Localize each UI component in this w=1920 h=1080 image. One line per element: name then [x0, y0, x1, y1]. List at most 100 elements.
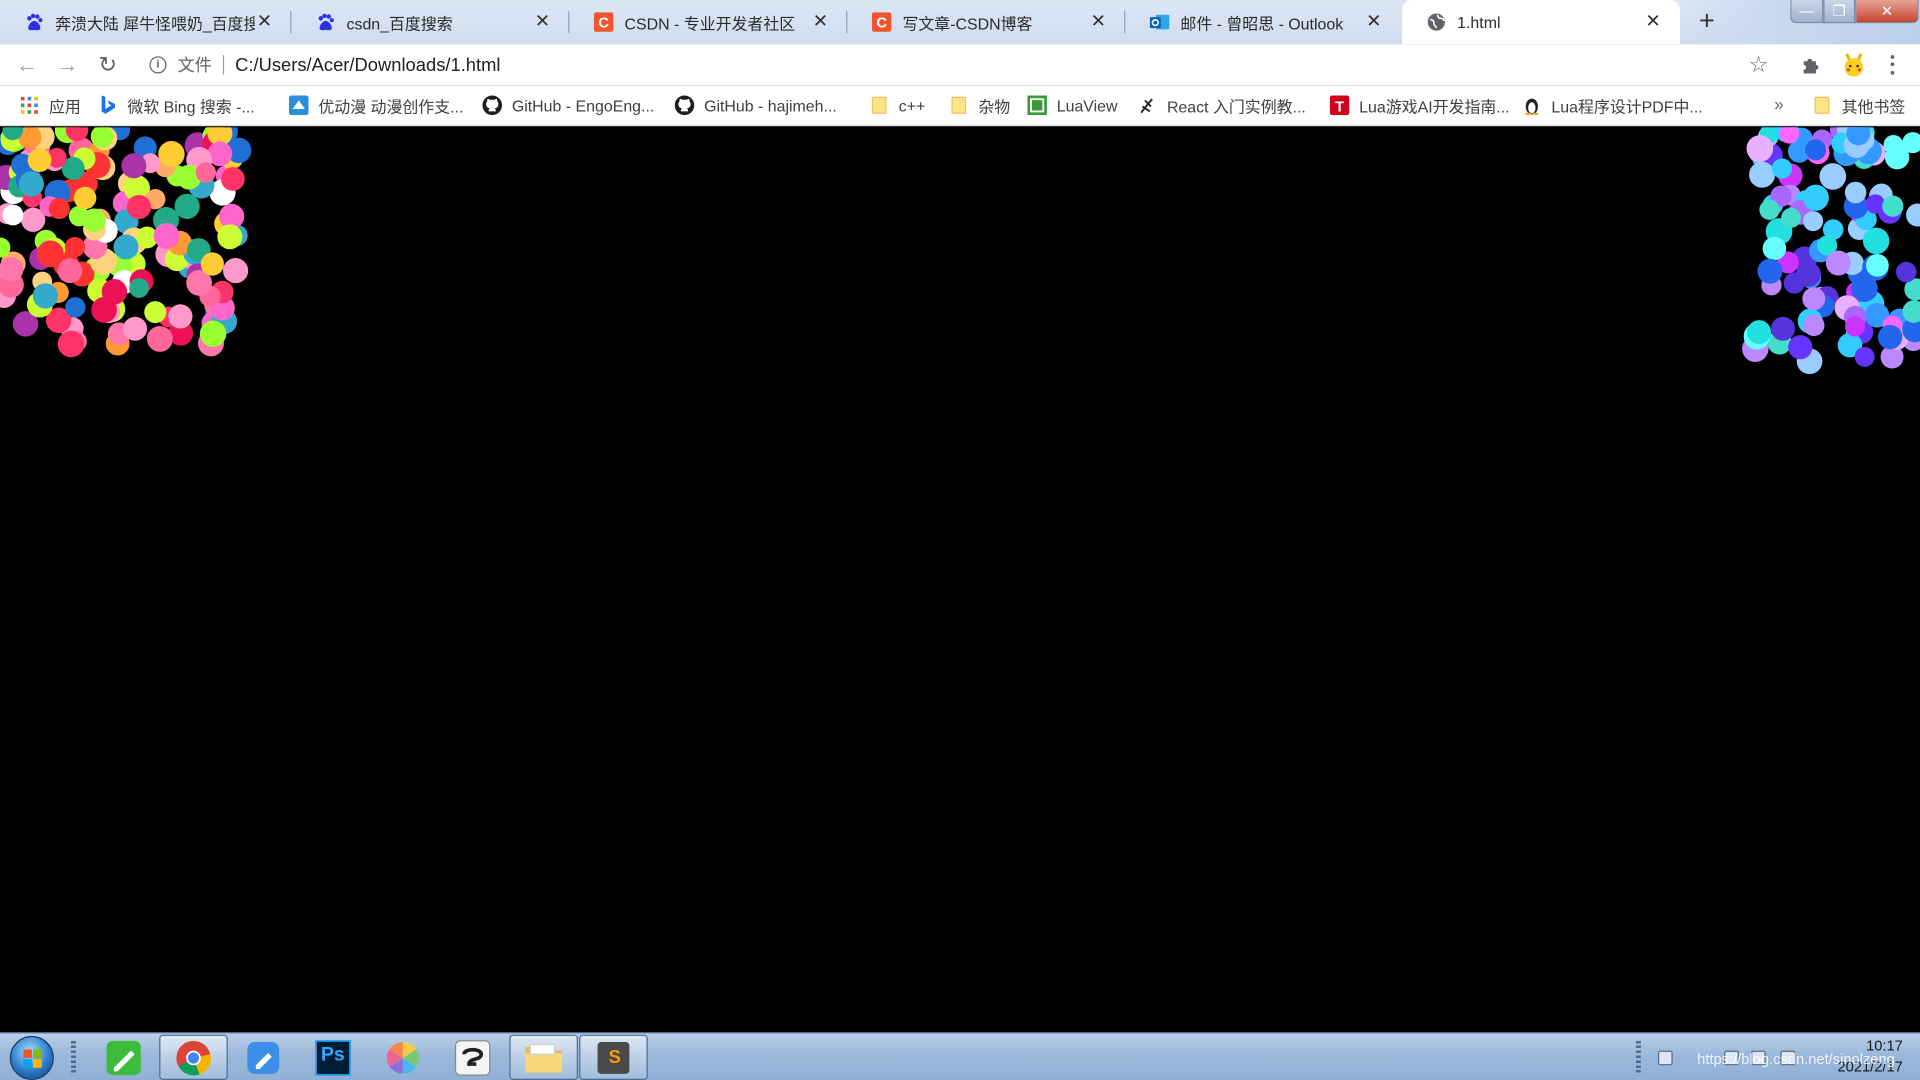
confetti-dot-right — [1862, 227, 1890, 255]
confetti-dot-left — [27, 148, 52, 173]
tab-title: 1.html — [1457, 12, 1501, 32]
bookmarks-bar: 应用 微软 Bing 搜索 -... 优动漫 动漫创作支... GitHub -… — [0, 85, 1920, 127]
info-icon[interactable]: i — [149, 56, 167, 74]
luaview-icon — [1027, 95, 1047, 116]
sublime-label: S — [608, 1046, 621, 1068]
confetti-dot-right — [1781, 207, 1801, 228]
baidu-paw-icon — [24, 12, 44, 32]
forward-button[interactable]: → — [53, 51, 82, 78]
scheme-label: 文件 — [177, 55, 212, 75]
green-pen-app-icon — [106, 1040, 141, 1075]
bookmark-lua-game-ai[interactable]: T Lua游戏AI开发指南... — [1329, 94, 1510, 116]
url-text[interactable]: C:/Users/Acer/Downloads/1.html — [235, 54, 500, 75]
back-button[interactable]: ← — [12, 51, 41, 78]
bookmark-github-engo[interactable]: GitHub - EngoEng... — [482, 94, 654, 116]
confetti-dot-right — [1882, 195, 1904, 217]
bookmark-apps[interactable]: 应用 — [20, 94, 81, 116]
bookmark-lua-pdf[interactable]: Lua程序设计PDF中... — [1522, 94, 1703, 116]
blue-pen-app-button[interactable] — [229, 1035, 298, 1080]
confetti-dot-right — [1854, 346, 1875, 367]
tab-close-icon[interactable]: ✕ — [1364, 12, 1384, 32]
confetti-dot-right — [1865, 194, 1886, 214]
chrome-taskbar-button[interactable] — [159, 1034, 228, 1080]
tab-title: CSDN - 专业开发者社区 — [624, 14, 796, 33]
confetti-dot-right — [1803, 314, 1825, 337]
bookmark-label: LuaView — [1056, 96, 1118, 115]
confetti-dot-right — [1762, 236, 1787, 261]
clip-studio-button[interactable] — [438, 1035, 507, 1080]
minimize-button[interactable]: — — [1790, 0, 1824, 24]
pikachu-extension-icon[interactable] — [1840, 51, 1867, 78]
confetti-dot-left — [217, 224, 243, 250]
confetti-dot-left — [36, 240, 64, 268]
bookmark-folder-misc[interactable]: 杂物 — [949, 94, 1010, 116]
page-canvas[interactable] — [0, 127, 1920, 1033]
bookmarks-overflow-icon[interactable]: » — [1774, 94, 1784, 114]
bookmark-react[interactable]: React 入门实例教... — [1138, 94, 1306, 116]
tab-close-icon[interactable]: ✕ — [1643, 12, 1663, 32]
address-bar[interactable]: i 文件 C:/Users/Acer/Downloads/1.html — [137, 47, 1788, 83]
confetti-dot-left — [0, 257, 24, 282]
svg-text:C: C — [876, 16, 887, 32]
screen: 奔溃大陆 犀牛怪喂奶_百度搜索 ✕ csdn_百度搜索 ✕ C CSDN - 专… — [0, 0, 1920, 1080]
confetti-dot-right — [1906, 203, 1920, 227]
browser-toolbar: ← → ↻ i 文件 C:/Users/Acer/Downloads/1.htm… — [0, 44, 1920, 86]
color-wheel-app-button[interactable] — [369, 1035, 438, 1080]
start-button[interactable] — [9, 1035, 54, 1080]
tab-csdn-write[interactable]: C 写文章-CSDN博客 ✕ — [847, 0, 1126, 44]
file-explorer-button[interactable] — [509, 1034, 578, 1080]
keyboard-icon[interactable] — [1657, 1050, 1673, 1066]
reload-button[interactable]: ↻ — [93, 51, 122, 78]
bookmark-bing[interactable]: 微软 Bing 搜索 -... — [98, 94, 255, 116]
t-logo-icon: T — [1329, 95, 1350, 116]
bookmark-label: GitHub - EngoEng... — [511, 96, 655, 115]
bookmark-folder-cpp[interactable]: c++ — [869, 94, 925, 116]
file-explorer-icon — [525, 1043, 563, 1073]
color-wheel-app-icon — [386, 1041, 419, 1074]
confetti-dot-right — [1819, 163, 1847, 190]
bookmark-github-hajime[interactable]: GitHub - hajimeh... — [674, 94, 837, 116]
tab-title: 写文章-CSDN博客 — [902, 14, 1033, 33]
tab-baidu-search-1[interactable]: 奔溃大陆 犀牛怪喂奶_百度搜索 ✕ — [0, 0, 292, 44]
confetti-dot-left — [146, 325, 173, 352]
tab-close-icon[interactable]: ✕ — [255, 12, 275, 32]
bookmark-youdongman[interactable]: 优动漫 动漫创作支... — [288, 94, 463, 116]
sublime-text-button[interactable]: S — [579, 1034, 648, 1080]
bookmark-label: 杂物 — [978, 97, 1011, 116]
confetti-dot-right — [1749, 161, 1776, 188]
chrome-menu-icon[interactable] — [1886, 53, 1898, 77]
bookmark-label: 应用 — [48, 97, 81, 116]
csdn-watermark: https://blog.csdn.net/sinolzeng — [1697, 1050, 1895, 1068]
outlook-icon — [1149, 12, 1170, 32]
bookmark-star-icon[interactable]: ☆ — [1749, 53, 1769, 77]
confetti-dot-right — [1747, 320, 1772, 345]
confetti-dot-left — [144, 301, 167, 324]
photoshop-button[interactable]: Ps — [299, 1035, 368, 1080]
extensions-puzzle-icon[interactable] — [1800, 54, 1822, 76]
bookmark-label: React 入门实例教... — [1166, 97, 1306, 116]
bing-icon — [98, 95, 118, 116]
photoshop-label: Ps — [320, 1044, 345, 1066]
new-tab-button[interactable]: + — [1686, 5, 1728, 39]
omnibox-separator — [222, 55, 225, 75]
green-pen-app-button[interactable] — [89, 1035, 158, 1080]
tab-close-icon[interactable]: ✕ — [811, 12, 831, 32]
close-window-button[interactable]: ✕ — [1855, 0, 1919, 24]
maximize-button[interactable]: ❐ — [1823, 0, 1856, 24]
folder-icon — [949, 96, 969, 116]
confetti-dot-left — [121, 153, 147, 179]
tab-close-icon[interactable]: ✕ — [1089, 12, 1109, 32]
confetti-dot-left — [2, 204, 24, 226]
tab-outlook[interactable]: 邮件 - 曾昭思 - Outlook ✕ — [1125, 0, 1401, 44]
bookmark-other-folder[interactable]: 其他书签 — [1812, 94, 1905, 116]
svg-text:C: C — [598, 16, 609, 32]
bookmark-label: 微软 Bing 搜索 -... — [127, 97, 255, 116]
tab-csdn-community[interactable]: C CSDN - 专业开发者社区 ✕ — [569, 0, 848, 44]
confetti-dot-left — [57, 330, 85, 358]
tab-close-icon[interactable]: ✕ — [533, 12, 553, 32]
tab-active-1-html[interactable]: 1.html ✕ — [1402, 0, 1681, 45]
tab-baidu-search-2[interactable]: csdn_百度搜索 ✕ — [291, 0, 570, 44]
confetti-dot-left — [158, 140, 185, 168]
confetti-dot-right — [1757, 258, 1783, 284]
bookmark-luaview[interactable]: LuaView — [1027, 94, 1118, 116]
